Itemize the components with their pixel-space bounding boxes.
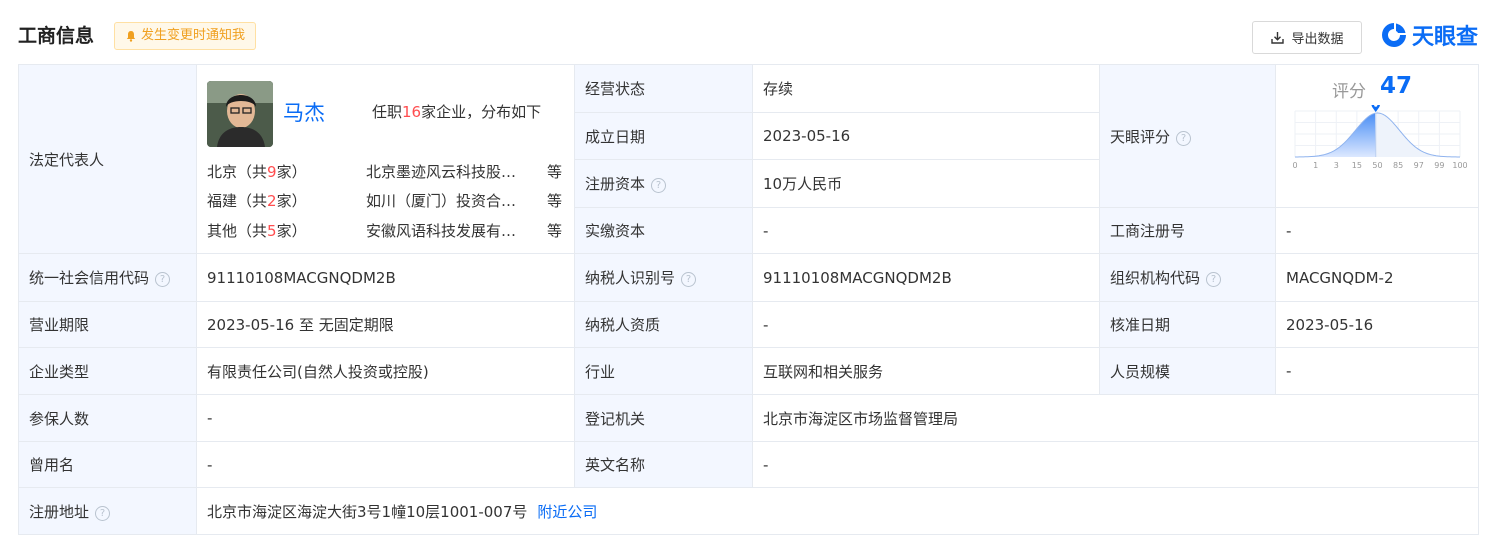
reg-no-label: 工商注册号 [1099,207,1276,254]
tianyancha-logo-icon [1382,23,1406,47]
chart-tick-label: 15 [1352,161,1362,170]
english-name-value: - [752,441,1479,488]
section-header: 工商信息 发生变更时通知我 导出数据 天眼查 [0,0,1497,64]
avatar[interactable] [207,81,273,147]
founded-value: 2023-05-16 [752,112,1100,160]
region-name: 北京（共9家） [207,163,307,181]
staff-label: 人员规模 [1099,347,1276,395]
insured-label: 参保人数 [18,394,197,442]
download-icon [1271,32,1285,44]
reg-no-value: - [1275,207,1479,254]
notify-change-label: 发生变更时通知我 [141,28,246,43]
nearby-companies-link[interactable]: 附近公司 [537,503,597,521]
help-icon[interactable]: ? [95,505,111,521]
business-info-table: 法定代表人 马杰 任职16家企业，分布如下 北京（共9家） 北京墨迹风云科技股…… [18,64,1479,535]
address-value: 北京市海淀区海淀大街3号1幢10层1001-007号 [207,502,528,521]
taxpayer-qual-label: 纳税人资质 [574,301,753,348]
score-cell[interactable]: 评分 47 0 1 3 15 50 85 97 99 100 [1275,64,1479,208]
export-data-button[interactable]: 导出数据 [1252,21,1362,54]
credit-code-value: 91110108MACGNQDM2B [196,253,575,302]
chart-tick-label: 99 [1434,161,1444,170]
authority-label: 登记机关 [574,394,753,442]
chart-tick-label: 0 [1292,161,1297,170]
taxpayer-id-value: 91110108MACGNQDM2B [752,253,1100,302]
industry-value: 互联网和相关服务 [752,347,1100,395]
credit-code-label: 统一社会信用代码? [18,253,197,302]
english-name-label: 英文名称 [574,441,753,488]
region-more-link[interactable]: 等 [547,190,562,211]
region-more-link[interactable]: 等 [547,161,562,182]
help-icon[interactable]: ? [1176,130,1192,146]
address-label-text: 注册地址 [29,502,90,521]
industry-label: 行业 [574,347,753,395]
legal-rep-cell: 马杰 任职16家企业，分布如下 北京（共9家） 北京墨迹风云科技股… 等 福建（… [196,64,575,254]
period-value: 2023-05-16 至 无固定期限 [196,301,575,348]
org-code-label: 组织机构代码? [1099,253,1276,302]
region-name: 其他（共5家） [207,222,307,240]
reg-capital-value: 10万人民币 [752,159,1100,208]
bell-icon [126,31,136,42]
legal-rep-label: 法定代表人 [18,64,197,254]
address-cell: 北京市海淀区海淀大街3号1幢10层1001-007号 附近公司 [196,487,1479,535]
help-icon[interactable]: ? [651,178,667,193]
help-icon[interactable]: ? [155,272,171,287]
chart-tick-label: 85 [1393,161,1403,170]
chart-tick-label: 3 [1334,161,1339,170]
paid-capital-value: - [752,207,1100,254]
founded-label: 成立日期 [574,112,753,160]
help-icon[interactable]: ? [681,272,697,287]
region-name: 福建（共2家） [207,192,307,210]
legal-rep-name[interactable]: 马杰 [283,97,325,127]
duty-prefix: 任职 [372,103,403,121]
staff-value: - [1275,347,1479,395]
region-company-link[interactable]: 安徽风语科技发展有… [366,220,536,241]
org-code-value: MACGNQDM-2 [1275,253,1479,302]
region-more-link[interactable]: 等 [547,220,562,241]
region-company-link[interactable]: 北京墨迹风云科技股… [366,161,536,182]
approved-value: 2023-05-16 [1275,301,1479,348]
avatar-photo [207,81,273,147]
score-value: 47 [1380,73,1413,99]
score-label-text: 天眼评分 [1110,127,1171,146]
score-distribution-chart: 0 1 3 15 50 85 97 99 100 [1292,105,1468,170]
period-label: 营业期限 [18,301,197,348]
brand-name: 天眼查 [1412,25,1479,50]
chart-tick-label: 50 [1372,161,1382,170]
org-code-label-text: 组织机构代码 [1110,269,1201,287]
taxpayer-id-label: 纳税人识别号? [574,253,753,302]
score-title: 评分 [1332,82,1366,102]
chart-tick-label: 97 [1414,161,1424,170]
type-label: 企业类型 [18,347,197,395]
address-label: 注册地址? [18,487,197,535]
reg-capital-label-text: 注册资本 [585,175,646,193]
chart-tick-label: 1 [1313,161,1318,170]
status-label: 经营状态 [574,64,753,113]
type-value: 有限责任公司(自然人投资或控股) [196,347,575,395]
score-label: 天眼评分? [1099,64,1276,208]
insured-value: - [196,394,575,442]
credit-code-label-text: 统一社会信用代码 [29,269,150,287]
duty-suffix: 家企业，分布如下 [421,103,542,121]
notify-change-button[interactable]: 发生变更时通知我 [114,22,257,50]
taxpayer-qual-value: - [752,301,1100,348]
former-name-label: 曾用名 [18,441,197,488]
approved-label: 核准日期 [1099,301,1276,348]
export-data-label: 导出数据 [1291,32,1344,47]
chart-tick-label: 100 [1452,161,1467,170]
chart-distribution-area [1295,113,1460,157]
authority-value: 北京市海淀区市场监督管理局 [752,394,1479,442]
section-title: 工商信息 [18,25,95,47]
reg-capital-label: 注册资本? [574,159,753,208]
brand-logo: 天眼查 [1380,20,1478,50]
paid-capital-label: 实缴资本 [574,207,753,254]
status-value: 存续 [752,64,1100,113]
region-company-link[interactable]: 如川（厦门）投资合… [366,190,536,211]
help-icon[interactable]: ? [1206,272,1222,287]
legal-rep-duty: 任职16家企业，分布如下 [372,101,541,122]
taxpayer-id-label-text: 纳税人识别号 [585,269,676,287]
former-name-value: - [196,441,575,488]
duty-count: 16 [402,103,422,121]
